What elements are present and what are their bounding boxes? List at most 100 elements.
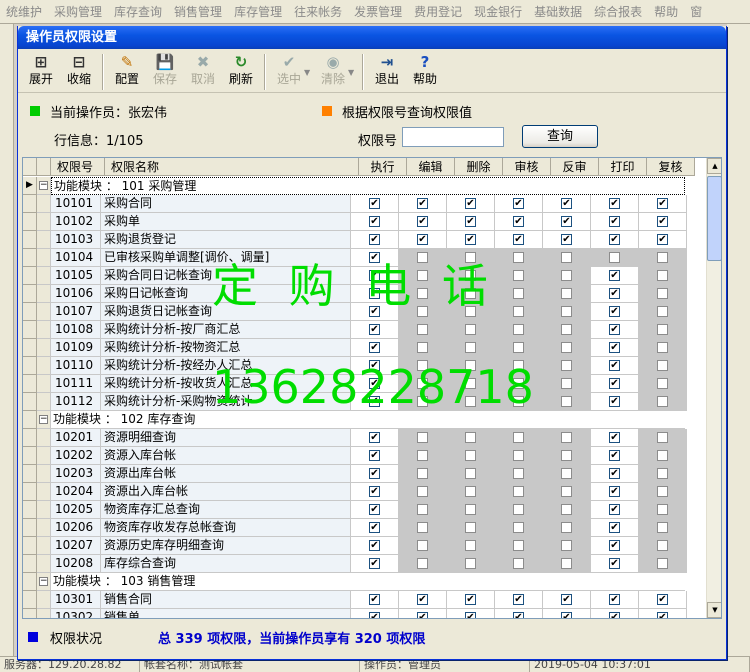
checkbox-unchecked[interactable] [513, 504, 524, 515]
checkbox-checked[interactable]: ✔ [609, 594, 620, 605]
checkbox-unchecked[interactable] [513, 360, 524, 371]
column-header-2[interactable]: 执行 [359, 158, 407, 175]
checkbox-unchecked[interactable] [657, 504, 668, 515]
checkbox-unchecked[interactable] [513, 342, 524, 353]
table-row[interactable]: 10204 资源出入库台帐 ✔ ✔ [23, 483, 687, 501]
checkbox-unchecked[interactable] [465, 378, 476, 389]
checkbox-checked[interactable]: ✔ [369, 558, 380, 569]
checkbox-unchecked[interactable] [561, 378, 572, 389]
checkbox-unchecked[interactable] [417, 450, 428, 461]
checkbox-checked[interactable]: ✔ [465, 216, 476, 227]
checkbox-checked[interactable]: ✔ [465, 198, 476, 209]
checkbox-unchecked[interactable] [513, 468, 524, 479]
checkbox-checked[interactable]: ✔ [609, 270, 620, 281]
checkbox-unchecked[interactable] [657, 432, 668, 443]
checkbox-unchecked[interactable] [657, 486, 668, 497]
checkbox-unchecked[interactable] [657, 522, 668, 533]
checkbox-unchecked[interactable] [657, 396, 668, 407]
table-row[interactable]: 10109 采购统计分析-按物资汇总 ✔ ✔ [23, 339, 687, 357]
checkbox-unchecked[interactable] [561, 558, 572, 569]
table-row[interactable]: 10208 库存综合查询 ✔ ✔ [23, 555, 687, 573]
checkbox-checked[interactable]: ✔ [465, 594, 476, 605]
tree-toggle[interactable]: − [37, 411, 51, 429]
checkbox-unchecked[interactable] [417, 342, 428, 353]
checkbox-checked[interactable]: ✔ [609, 360, 620, 371]
checkbox-checked[interactable]: ✔ [657, 234, 668, 245]
checkbox-unchecked[interactable] [465, 396, 476, 407]
checkbox-checked[interactable]: ✔ [369, 432, 380, 443]
checkbox-unchecked[interactable] [561, 468, 572, 479]
checkbox-unchecked[interactable] [465, 342, 476, 353]
checkbox-unchecked[interactable] [657, 342, 668, 353]
app-menu-item[interactable]: 统维护 [0, 3, 48, 20]
checkbox-unchecked[interactable] [561, 288, 572, 299]
checkbox-unchecked[interactable] [657, 540, 668, 551]
table-row[interactable]: 10107 采购退货日记帐查询 ✔ ✔ [23, 303, 687, 321]
clear-dropdown-icon[interactable]: ▼ [348, 68, 358, 77]
checkbox-unchecked[interactable] [417, 486, 428, 497]
checkbox-unchecked[interactable] [513, 540, 524, 551]
table-row[interactable]: 10111 采购统计分析-按收货人汇总 ✔ ✔ [23, 375, 687, 393]
collapse-button[interactable]: ⊟ 收缩 [60, 52, 98, 92]
checkbox-checked[interactable]: ✔ [369, 342, 380, 353]
checkbox-checked[interactable]: ✔ [369, 198, 380, 209]
checkbox-unchecked[interactable] [561, 360, 572, 371]
checkbox-unchecked[interactable] [561, 324, 572, 335]
table-row[interactable]: 10202 资源入库台帐 ✔ ✔ [23, 447, 687, 465]
checkbox-unchecked[interactable] [465, 324, 476, 335]
checkbox-checked[interactable]: ✔ [369, 270, 380, 281]
checkbox-unchecked[interactable] [417, 558, 428, 569]
select-dropdown-icon[interactable]: ▼ [304, 68, 314, 77]
checkbox-checked[interactable]: ✔ [609, 378, 620, 389]
checkbox-unchecked[interactable] [417, 522, 428, 533]
help-button[interactable]: ? 帮助 [406, 52, 444, 92]
checkbox-unchecked[interactable] [657, 450, 668, 461]
app-menu-item[interactable]: 发票管理 [348, 3, 408, 20]
checkbox-unchecked[interactable] [657, 378, 668, 389]
checkbox-checked[interactable]: ✔ [609, 342, 620, 353]
checkbox-unchecked[interactable] [465, 252, 476, 263]
checkbox-checked[interactable]: ✔ [513, 234, 524, 245]
checkbox-checked[interactable]: ✔ [609, 522, 620, 533]
checkbox-unchecked[interactable] [657, 252, 668, 263]
table-row[interactable]: 10201 资源明细查询 ✔ ✔ [23, 429, 687, 447]
config-button[interactable]: ✎ 配置 [108, 52, 146, 92]
app-menu-item[interactable]: 往来帐务 [288, 3, 348, 20]
clear-button[interactable]: ◉ 清除 [314, 52, 352, 92]
checkbox-unchecked[interactable] [657, 270, 668, 281]
checkbox-checked[interactable]: ✔ [609, 234, 620, 245]
checkbox-unchecked[interactable] [657, 558, 668, 569]
expand-button[interactable]: ⊞ 展开 [22, 52, 60, 92]
column-header-8[interactable]: 复核 [647, 158, 695, 175]
column-header-5[interactable]: 审核 [503, 158, 551, 175]
checkbox-checked[interactable]: ✔ [609, 288, 620, 299]
collapse-toggle-icon[interactable]: − [39, 181, 48, 190]
checkbox-unchecked[interactable] [561, 396, 572, 407]
scroll-thumb[interactable] [707, 176, 721, 261]
checkbox-checked[interactable]: ✔ [609, 468, 620, 479]
checkbox-unchecked[interactable] [417, 324, 428, 335]
checkbox-unchecked[interactable] [417, 378, 428, 389]
checkbox-unchecked[interactable] [513, 270, 524, 281]
checkbox-checked[interactable]: ✔ [609, 216, 620, 227]
checkbox-unchecked[interactable] [561, 540, 572, 551]
checkbox-checked[interactable]: ✔ [609, 540, 620, 551]
checkbox-unchecked[interactable] [657, 324, 668, 335]
checkbox-unchecked[interactable] [513, 306, 524, 317]
checkbox-unchecked[interactable] [657, 306, 668, 317]
checkbox-checked[interactable]: ✔ [609, 198, 620, 209]
app-menu-item[interactable]: 综合报表 [588, 3, 648, 20]
checkbox-checked[interactable]: ✔ [561, 216, 572, 227]
checkbox-unchecked[interactable] [657, 288, 668, 299]
checkbox-checked[interactable]: ✔ [609, 486, 620, 497]
checkbox-unchecked[interactable] [417, 288, 428, 299]
table-row[interactable]: 10104 已审核采购单调整[调价、调量] ✔ [23, 249, 687, 267]
checkbox-unchecked[interactable] [417, 504, 428, 515]
checkbox-unchecked[interactable] [561, 504, 572, 515]
checkbox-checked[interactable]: ✔ [417, 612, 428, 618]
tree-toggle[interactable]: − [37, 573, 51, 591]
checkbox-checked[interactable]: ✔ [609, 432, 620, 443]
checkbox-unchecked[interactable] [513, 378, 524, 389]
checkbox-checked[interactable]: ✔ [369, 216, 380, 227]
checkbox-unchecked[interactable] [513, 252, 524, 263]
